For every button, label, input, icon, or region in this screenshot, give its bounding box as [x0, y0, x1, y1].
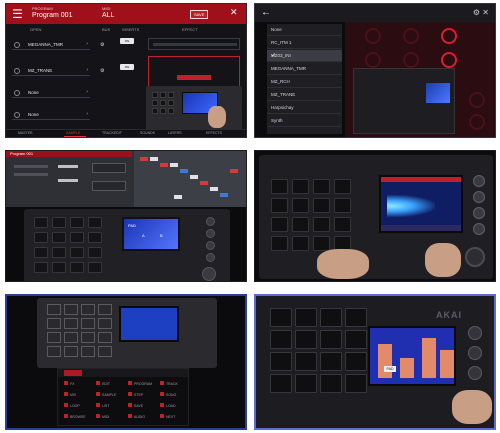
device-screen — [119, 306, 179, 342]
menu-tab-active[interactable] — [64, 370, 82, 376]
list-item[interactable]: MZ_TRANE — [267, 89, 342, 101]
insert-row[interactable]: MEGANNA_TMR › — [12, 40, 90, 50]
controller-photo: AKAI PAD — [256, 296, 494, 428]
insert-row[interactable]: MZ_TRANE › — [12, 66, 90, 76]
effect-list: None RC_ITM 1 MZ03_INI ✓ MEGANNA_TMR MZ_R… — [267, 24, 342, 134]
tab-layers[interactable]: LAYERS — [168, 131, 182, 135]
menu-item[interactable]: AUDIO — [128, 414, 145, 419]
brand-logo: AKAI — [436, 310, 462, 320]
insert-toggle[interactable]: ON — [120, 64, 134, 70]
checkmark-icon: ✓ — [271, 53, 277, 59]
list-item-selected[interactable]: MZ03_INI ✓ — [267, 50, 342, 62]
menu-item[interactable]: LOAD — [160, 403, 176, 408]
menu-item[interactable]: LIST — [96, 403, 109, 408]
menu-item[interactable]: MIX — [64, 392, 76, 397]
menu-overlay: FX EDIT PROGRAM TRACK MIX SAMPLE STEP SO… — [57, 368, 189, 426]
controller-photo — [37, 298, 217, 368]
insert-row[interactable]: None › — [12, 110, 90, 120]
tutorial-collage: ☰ PROGRAM Program 001 MIDI ALL SAVE ✕ OP… — [0, 0, 500, 433]
controller-menu-photo: FX EDIT PROGRAM TRACK MIX SAMPLE STEP SO… — [5, 294, 247, 430]
list-item[interactable]: MZ_RCH — [267, 76, 342, 88]
power-icon[interactable] — [14, 42, 20, 48]
device-screen: PAD A B — [122, 217, 180, 251]
back-arrow-icon[interactable]: ← — [261, 7, 271, 18]
save-button[interactable]: SAVE — [190, 10, 209, 19]
power-icon[interactable] — [14, 90, 20, 96]
menu-item[interactable]: STEP — [128, 392, 143, 397]
software-title-bar: Program 001 — [6, 151, 132, 157]
chevron-right-icon: › — [86, 89, 88, 95]
controller-photo: PAD A B — [24, 209, 230, 281]
tab-sample[interactable]: SAMPLE — [66, 131, 80, 135]
effect-slot-top[interactable] — [148, 38, 240, 50]
menu-item[interactable]: FX — [64, 381, 74, 386]
hand-image — [208, 106, 226, 128]
chevron-right-icon: › — [86, 41, 88, 47]
menu-item[interactable]: NEXT — [160, 414, 175, 419]
controller-photo — [259, 155, 493, 279]
menu-item[interactable]: SONG — [160, 392, 176, 397]
daw-arrangement — [134, 151, 246, 207]
device-screen: PAD — [368, 326, 456, 386]
header-label: PROGRAM — [32, 6, 53, 11]
list-item[interactable]: RC_ITM 1 — [267, 37, 342, 49]
tab-master[interactable]: MASTER — [18, 131, 33, 135]
menu-item[interactable]: BROWSE — [64, 414, 86, 419]
software-and-controller-photo: Program 001 PAD A B — [5, 150, 247, 282]
menu-item[interactable]: SAVE — [128, 403, 143, 408]
bus-knob-icon[interactable]: ⚙ — [100, 42, 104, 48]
menu-item[interactable]: MIDI — [96, 414, 109, 419]
col-inserts: INSERTS — [122, 27, 140, 32]
list-item[interactable]: Synth — [267, 115, 342, 127]
settings-icon[interactable]: ⚙ ✕ — [473, 8, 489, 17]
menu-item[interactable]: TRACK — [160, 381, 178, 386]
midi-value[interactable]: ALL — [102, 12, 114, 19]
program-edit-screenshot: ☰ PROGRAM Program 001 MIDI ALL SAVE ✕ OP… — [5, 3, 247, 138]
program-body: OPEN BUS INSERTS EFFECT MEGANNA_TMR › MZ_… — [6, 24, 246, 132]
software-window: Program 001 — [6, 151, 246, 207]
bus-knob-icon[interactable]: ⚙ — [100, 68, 104, 74]
back-arrow-icon[interactable]: ☰ — [12, 7, 26, 21]
insert-row[interactable]: None › — [12, 88, 90, 98]
picker-header: ← ⚙ ✕ — [255, 4, 495, 22]
col-effect: EFFECT — [182, 27, 198, 32]
device-screen — [426, 83, 450, 103]
menu-header — [58, 369, 188, 377]
menu-item[interactable]: LOOP — [64, 403, 80, 408]
controller-photo — [353, 68, 455, 134]
hand-image — [425, 243, 461, 277]
hand-image — [452, 390, 492, 424]
close-icon[interactable]: ✕ — [230, 7, 238, 18]
power-icon[interactable] — [14, 68, 20, 74]
tab-effects[interactable]: EFFECTS — [206, 131, 222, 135]
power-icon[interactable] — [14, 112, 20, 118]
controller-photo — [146, 86, 242, 132]
list-item[interactable]: None — [267, 24, 342, 36]
tab-bar: MASTER SAMPLE TRACKEDIT SOUNDS LAYERS EF… — [6, 129, 246, 137]
program-header: ☰ PROGRAM Program 001 MIDI ALL SAVE ✕ — [6, 4, 246, 24]
controller-hands-photo — [254, 150, 496, 282]
col-bus: BUS — [102, 27, 111, 32]
effect-picker-screenshot: ← ⚙ ✕ None RC_ITM 1 MZ03_INI ✓ MEGANNA_TM… — [254, 3, 496, 138]
menu-item[interactable]: EDIT — [96, 381, 110, 386]
menu-item[interactable]: PROGRAM — [128, 381, 152, 386]
program-name[interactable]: Program 001 — [32, 12, 72, 19]
hand-image — [317, 249, 369, 279]
menu-item[interactable]: SAMPLE — [96, 392, 116, 397]
midi-label: MIDI — [102, 6, 111, 11]
list-item[interactable]: MEGANNA_TMR — [267, 63, 342, 75]
screen-label: PAD — [384, 366, 396, 372]
controller-closeup-photo: AKAI PAD — [254, 294, 496, 430]
chevron-right-icon: › — [86, 67, 88, 73]
tab-sounds[interactable]: SOUNDS — [140, 131, 155, 135]
col-open: OPEN — [30, 27, 42, 32]
tab-trackedit[interactable]: TRACKEDIT — [102, 131, 122, 135]
waveform-screen — [379, 175, 463, 233]
chevron-right-icon: › — [86, 111, 88, 117]
list-item[interactable]: Harpsichay — [267, 102, 342, 114]
waveform-graphic — [387, 195, 435, 217]
insert-toggle[interactable]: ON — [120, 38, 134, 44]
